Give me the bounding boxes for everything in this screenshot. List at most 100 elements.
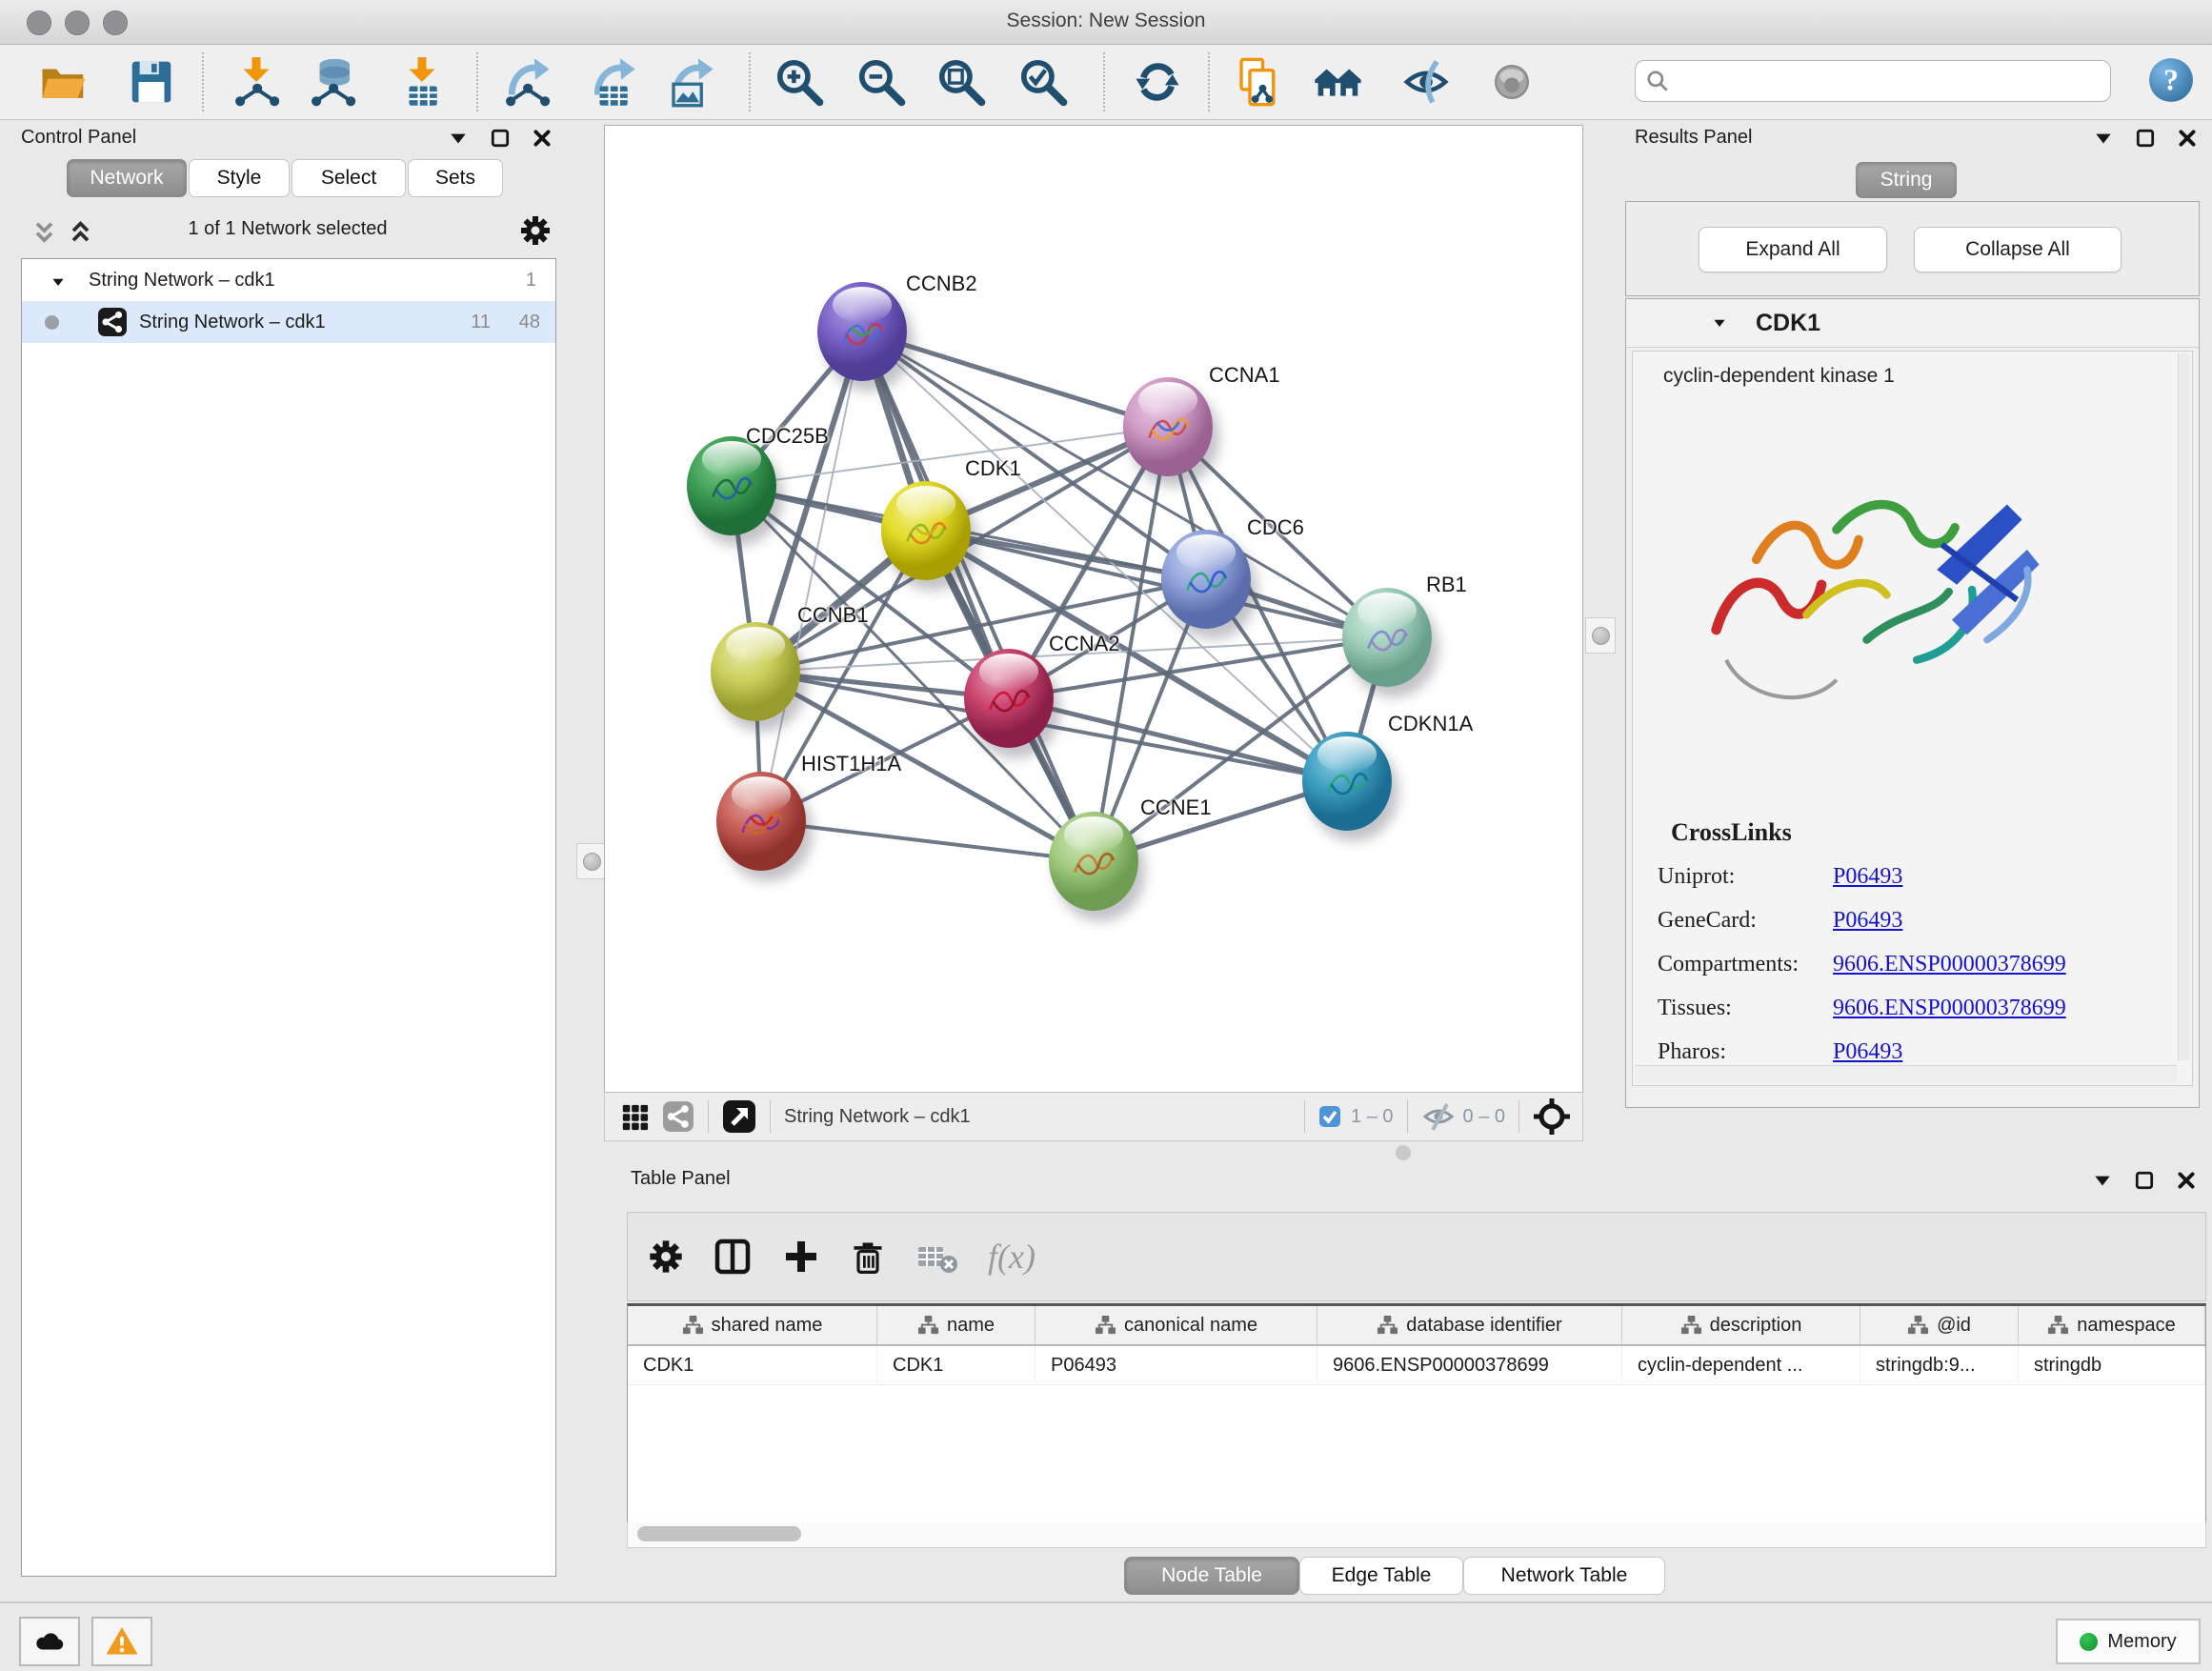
panel-collapse-icon[interactable]	[448, 128, 469, 149]
selected-checkbox-icon[interactable]	[1318, 1105, 1341, 1128]
node-CCNB1[interactable]	[711, 622, 800, 721]
node-RB1[interactable]	[1342, 588, 1432, 687]
panel-close-icon[interactable]	[532, 128, 553, 149]
hide-graphics-details-icon[interactable]	[1400, 56, 1452, 108]
string-home-icon[interactable]	[1313, 56, 1364, 108]
zoom-in-icon[interactable]	[774, 56, 825, 108]
crosslink-link[interactable]: P06493	[1833, 864, 1902, 890]
tab-network-table[interactable]: Network Table	[1463, 1557, 1665, 1595]
panel-close-icon[interactable]	[2176, 1170, 2197, 1191]
gene-header-row[interactable]: CDK1	[1626, 299, 2199, 348]
edge[interactable]	[761, 821, 1094, 861]
panel-float-icon[interactable]	[2135, 128, 2156, 149]
share-view-icon[interactable]	[662, 1100, 694, 1133]
panel-float-icon[interactable]	[490, 128, 511, 149]
gear-icon[interactable]	[518, 213, 553, 248]
table-settings-gear-icon[interactable]	[647, 1236, 685, 1278]
zoom-selected-icon[interactable]	[1017, 56, 1069, 108]
node-CCNB2[interactable]	[817, 282, 907, 381]
column-label: namespace	[2077, 1315, 2175, 1337]
panel-collapse-icon[interactable]	[2093, 128, 2114, 149]
node-CCNA1[interactable]	[1123, 377, 1213, 476]
collapse-all-button[interactable]: Collapse All	[1914, 227, 2122, 272]
clone-network-icon[interactable]	[1233, 56, 1284, 108]
node-CDC25B[interactable]	[687, 436, 776, 535]
node-HIST1H1A[interactable]	[716, 772, 806, 871]
scrollbar-thumb[interactable]	[637, 1526, 801, 1541]
right-splitter-grip[interactable]	[1585, 617, 1616, 654]
network-collection-row[interactable]: String Network – cdk1 1	[22, 259, 555, 301]
refresh-view-icon[interactable]	[1132, 56, 1183, 108]
crosslink-link[interactable]: P06493	[1833, 908, 1902, 934]
tab-select[interactable]: Select	[292, 159, 406, 197]
open-session-icon[interactable]	[38, 56, 90, 108]
network-selected-summary: 1 of 1 Network selected	[10, 218, 566, 240]
table-cell[interactable]: P06493	[1036, 1346, 1317, 1384]
tab-edge-table[interactable]: Edge Table	[1299, 1557, 1463, 1595]
tree-expand-icon[interactable]	[49, 273, 68, 289]
table-cell[interactable]: cyclin-dependent ...	[1622, 1346, 1860, 1384]
show-graphics-details-icon[interactable]	[1486, 56, 1538, 108]
cloud-status-button[interactable]	[19, 1617, 80, 1666]
gene-collapse-icon[interactable]	[1710, 315, 1729, 331]
tab-sets[interactable]: Sets	[408, 159, 503, 197]
selected-counts: 1 – 0	[1351, 1106, 1393, 1128]
delete-column-icon[interactable]	[849, 1236, 887, 1278]
expand-all-button[interactable]: Expand All	[1699, 227, 1887, 272]
network-row-selected[interactable]: String Network – cdk1 11 48	[22, 301, 555, 343]
add-row-icon[interactable]	[780, 1236, 822, 1278]
network-canvas[interactable]: CCNB2CCNA1CDC25BCDK1CDC6RB1CCNB1CCNA2CDK…	[604, 125, 1583, 1094]
horizontal-splitter-grip[interactable]	[1396, 1145, 1411, 1160]
insert-column-icon[interactable]	[712, 1236, 754, 1278]
column-header-namespace[interactable]: namespace	[2019, 1306, 2205, 1344]
table-cell[interactable]: stringdb:9...	[1860, 1346, 2019, 1384]
column-header-description[interactable]: description	[1622, 1306, 1860, 1344]
export-table-icon[interactable]	[587, 56, 638, 108]
warnings-button[interactable]	[91, 1617, 152, 1666]
tab-node-table[interactable]: Node Table	[1124, 1557, 1299, 1595]
edge[interactable]	[862, 332, 1094, 861]
column-header--id[interactable]: @id	[1860, 1306, 2019, 1344]
edge[interactable]	[862, 332, 1168, 427]
node-CDC6[interactable]	[1161, 530, 1251, 629]
crosshair-icon[interactable]	[1533, 1097, 1571, 1136]
birdseye-toggle-icon[interactable]	[722, 1099, 756, 1134]
horizontal-scrollbar[interactable]	[1635, 1065, 2177, 1083]
tab-string[interactable]: String	[1856, 162, 1957, 198]
export-image-icon[interactable]	[665, 56, 716, 108]
vertical-scrollbar[interactable]	[2178, 353, 2190, 1060]
column-header-database-identifier[interactable]: database identifier	[1317, 1306, 1622, 1344]
import-database-icon[interactable]	[307, 56, 358, 108]
table-cell[interactable]: CDK1	[877, 1346, 1036, 1384]
zoom-out-icon[interactable]	[855, 56, 907, 108]
tab-network[interactable]: Network	[67, 159, 187, 197]
search-input[interactable]	[1676, 70, 2089, 92]
zoom-fit-content-icon[interactable]	[935, 56, 987, 108]
import-network-icon[interactable]	[231, 56, 282, 108]
panel-collapse-icon[interactable]	[2092, 1170, 2113, 1191]
crosslink-link[interactable]: 9606.ENSP00000378699	[1833, 996, 2066, 1021]
save-session-icon[interactable]	[126, 56, 177, 108]
column-header-shared-name[interactable]: shared name	[628, 1306, 877, 1344]
table-cell[interactable]: CDK1	[628, 1346, 877, 1384]
export-network-icon[interactable]	[501, 56, 553, 108]
left-splitter-grip[interactable]	[576, 843, 607, 879]
crosslink-link[interactable]: 9606.ENSP00000378699	[1833, 952, 2066, 977]
node-CCNA2[interactable]	[964, 649, 1054, 748]
panel-close-icon[interactable]	[2177, 128, 2198, 149]
node-CCNE1[interactable]	[1049, 812, 1138, 911]
panel-float-icon[interactable]	[2134, 1170, 2155, 1191]
table-cell[interactable]: stringdb	[2019, 1346, 2205, 1384]
import-table-icon[interactable]	[396, 56, 448, 108]
grid-view-icon[interactable]	[620, 1102, 649, 1131]
node-CDK1[interactable]	[881, 481, 971, 580]
crosslink-link[interactable]: P06493	[1833, 1039, 1902, 1065]
table-cell[interactable]: 9606.ENSP00000378699	[1317, 1346, 1622, 1384]
node-CDKN1A[interactable]	[1302, 732, 1392, 831]
tab-style[interactable]: Style	[189, 159, 290, 197]
help-button[interactable]: ?	[2147, 56, 2195, 104]
table-row[interactable]: CDK1CDK1P064939606.ENSP00000378699cyclin…	[628, 1346, 2205, 1385]
memory-button[interactable]: Memory	[2056, 1619, 2201, 1664]
column-header-canonical-name[interactable]: canonical name	[1036, 1306, 1317, 1344]
column-header-name[interactable]: name	[877, 1306, 1036, 1344]
